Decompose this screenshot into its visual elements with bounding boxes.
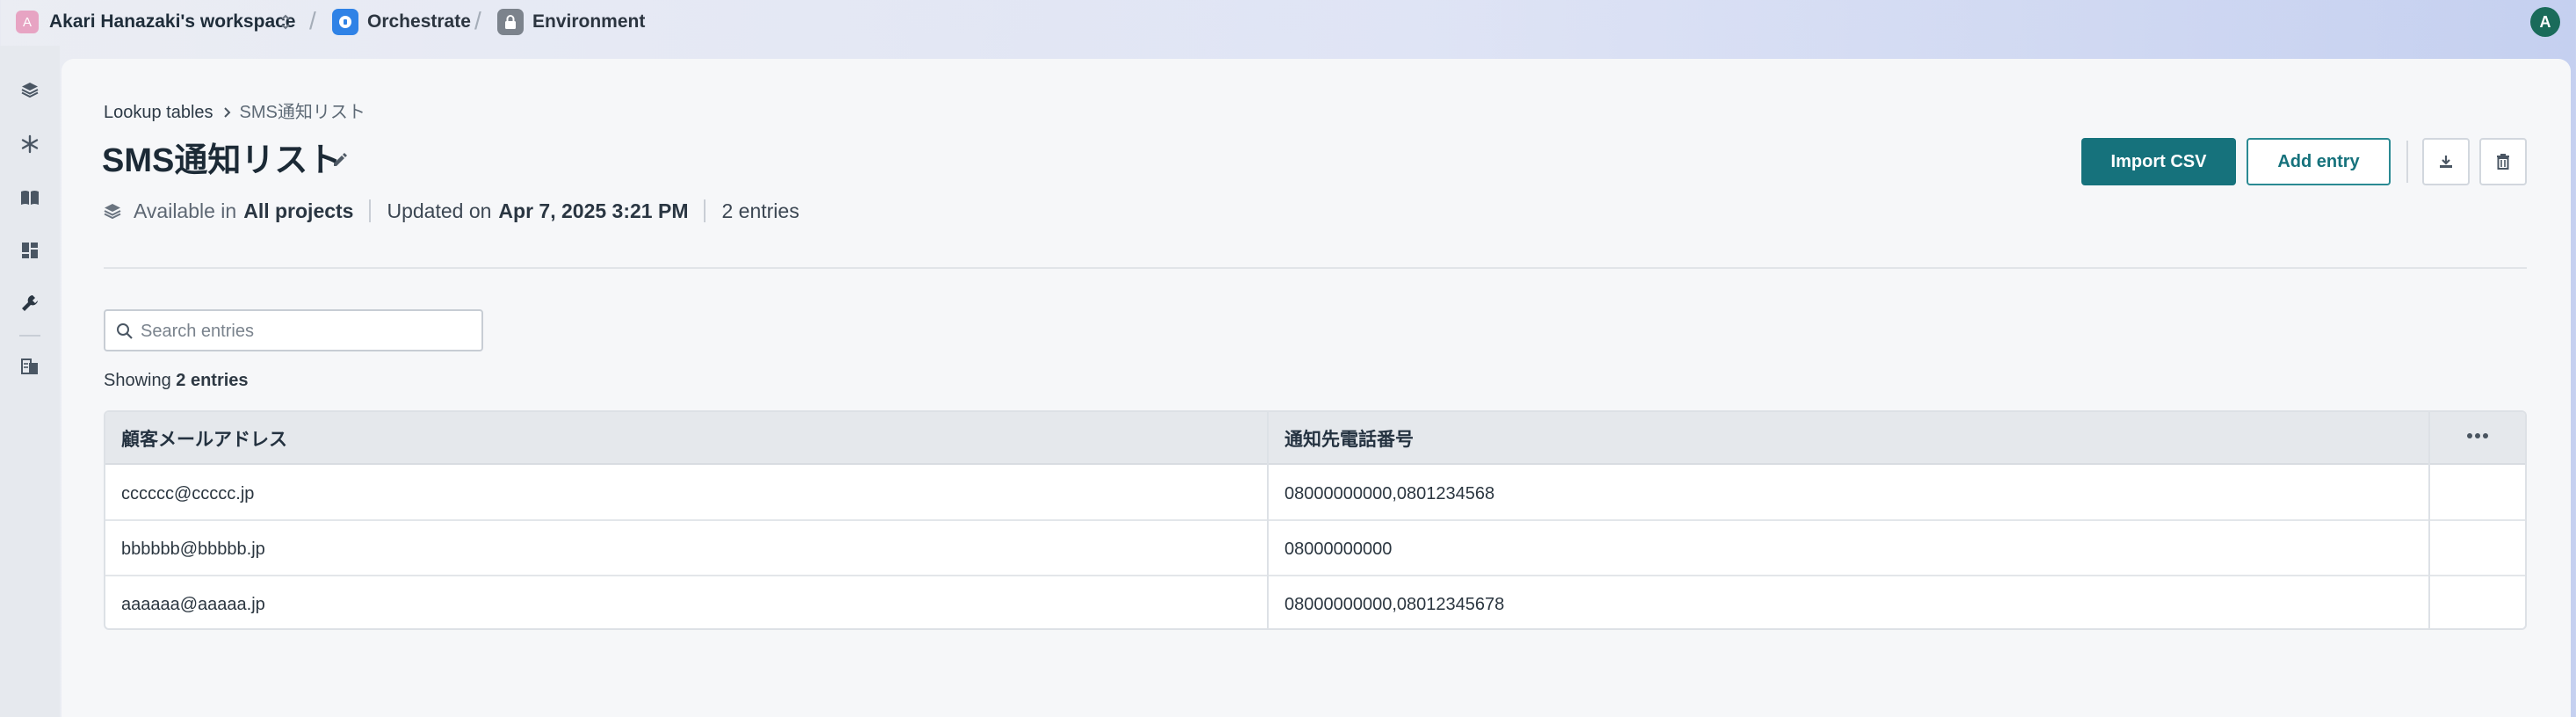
- section-divider: [104, 267, 2527, 269]
- cell-email: aaaaaa@aaaaa.jp: [121, 594, 265, 614]
- user-avatar[interactable]: A: [2530, 7, 2560, 37]
- cell-phone: 08000000000,0801234568: [1284, 483, 1495, 503]
- trash-icon: [2497, 154, 2509, 170]
- column-divider: [2428, 412, 2430, 628]
- cell-email: cccccc@ccccc.jp: [121, 483, 255, 503]
- entries-count: 2 entries: [721, 199, 800, 222]
- breadcrumb-current: SMS通知リスト: [239, 103, 365, 122]
- cell-email: bbbbbb@bbbbb.jp: [121, 539, 265, 559]
- layers-icon[interactable]: [18, 77, 42, 102]
- layers-icon: [104, 204, 121, 220]
- add-entry-button[interactable]: Add entry: [2247, 138, 2391, 185]
- dashboard-icon[interactable]: [18, 238, 42, 263]
- breadcrumb-lookup-tables[interactable]: Lookup tables: [104, 101, 213, 124]
- snowflake-icon[interactable]: [18, 132, 42, 156]
- breadcrumb-separator: /: [474, 7, 481, 34]
- import-csv-button[interactable]: Import CSV: [2081, 138, 2236, 185]
- meta-divider: [704, 199, 706, 222]
- table-row[interactable]: aaaaaa@aaaaa.jp 08000000000,08012345678: [105, 577, 2525, 628]
- download-button[interactable]: [2422, 138, 2470, 185]
- cell-phone: 08000000000,08012345678: [1284, 594, 1505, 614]
- chevron-right-icon: [223, 107, 230, 118]
- table-row[interactable]: cccccc@ccccc.jp 08000000000,0801234568: [105, 467, 2525, 521]
- meta-divider: [369, 199, 372, 222]
- sidebar: [0, 46, 60, 717]
- available-value: All projects: [243, 199, 354, 222]
- more-options-icon[interactable]: [2467, 431, 2488, 440]
- environment-switcher[interactable]: Environment: [532, 11, 645, 33]
- page-title: SMS通知リスト: [102, 142, 342, 179]
- workspace-avatar[interactable]: A: [16, 11, 39, 33]
- entries-table: 顧客メールアドレス 通知先電話番号 cccccc@ccccc.jp 080000…: [104, 410, 2527, 630]
- column-header-phone[interactable]: 通知先電話番号: [1269, 412, 2428, 465]
- pencil-icon[interactable]: [331, 151, 349, 169]
- showing-prefix: Showing: [104, 371, 171, 390]
- lock-icon: [497, 9, 524, 35]
- download-icon: [2440, 156, 2452, 168]
- table-row[interactable]: bbbbbb@bbbbb.jp 08000000000: [105, 522, 2525, 576]
- docs-icon[interactable]: [18, 354, 42, 379]
- search-icon: [117, 323, 133, 339]
- search-input[interactable]: [141, 318, 474, 344]
- column-header-email[interactable]: 顧客メールアドレス: [105, 412, 1267, 465]
- delete-button[interactable]: [2479, 138, 2527, 185]
- showing-value: 2 entries: [176, 371, 249, 390]
- available-label: Available in: [134, 199, 237, 222]
- workspace-switcher[interactable]: Akari Hanazaki's workspace: [49, 11, 295, 33]
- top-bar: A Akari Hanazaki's workspace / Orchestra…: [0, 0, 2576, 46]
- column-divider: [1267, 412, 1269, 628]
- wrench-icon[interactable]: [18, 291, 42, 315]
- cell-phone: 08000000000: [1284, 539, 1393, 559]
- book-icon[interactable]: [18, 185, 42, 210]
- search-box[interactable]: [104, 309, 483, 351]
- orchestrate-app-icon: [332, 9, 358, 35]
- app-switcher[interactable]: Orchestrate: [367, 11, 471, 33]
- updated-value: Apr 7, 2025 3:21 PM: [498, 199, 689, 222]
- updated-label: Updated on: [387, 199, 492, 222]
- breadcrumb: Lookup tables SMS通知リスト: [104, 101, 365, 124]
- breadcrumb-separator: /: [309, 7, 316, 34]
- actions-divider: [2406, 141, 2408, 183]
- table-meta: Available in All projects Updated on Apr…: [102, 195, 800, 227]
- chevron-updown-icon[interactable]: [279, 12, 292, 32]
- showing-count: Showing 2 entries: [104, 369, 249, 392]
- sidebar-divider: [19, 335, 40, 337]
- table-header: 顧客メールアドレス 通知先電話番号: [105, 412, 2525, 465]
